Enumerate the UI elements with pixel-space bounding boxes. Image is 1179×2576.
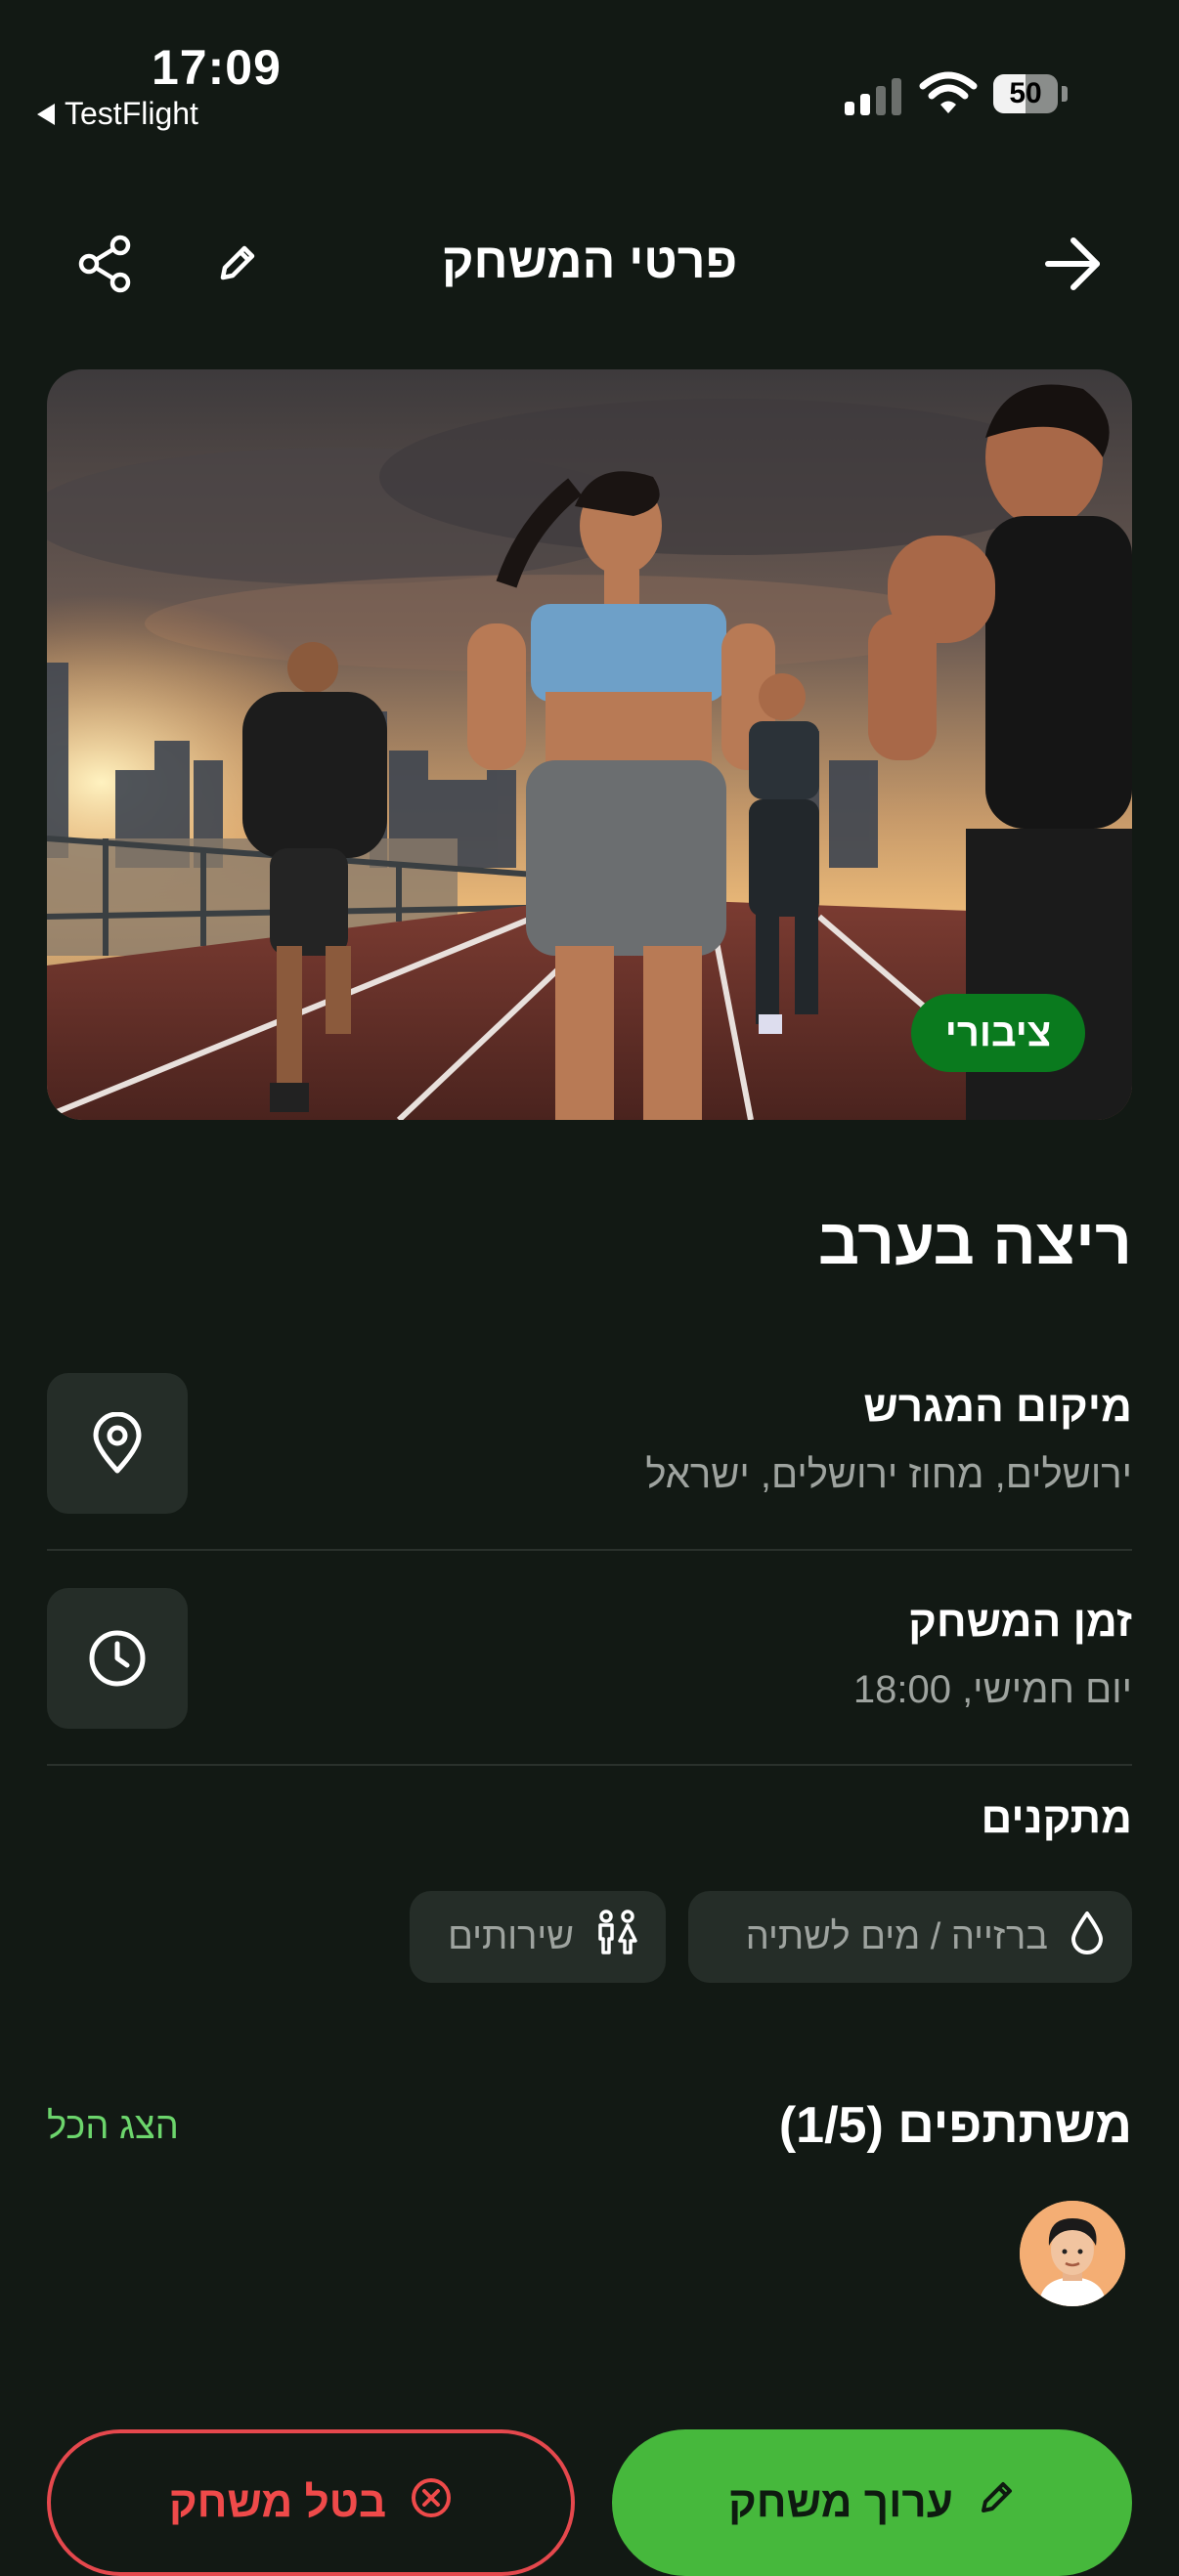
back-triangle-icon [37, 103, 55, 125]
battery-level: 50 [1009, 77, 1042, 109]
divider [47, 1764, 1132, 1766]
game-title: ריצה בערב [817, 1205, 1132, 1277]
battery-cap [1062, 86, 1068, 102]
restroom-icon [595, 1910, 638, 1964]
game-time-value: יום חמישי, 18:00 [852, 1668, 1132, 1711]
location-label: מיקום המגרש [863, 1383, 1132, 1431]
pencil-icon [977, 2478, 1016, 2528]
facilities-title: מתקנים [981, 1794, 1132, 1842]
back-app-label: TestFlight [65, 96, 198, 131]
facility-chip-water: ברזייה / מים לשתיה [688, 1891, 1132, 1983]
clock-icon [47, 1588, 188, 1729]
page-title: פרטי המשחק [441, 234, 738, 288]
facility-label: שירותים [448, 1915, 574, 1957]
back-to-app-link[interactable]: TestFlight [37, 96, 198, 132]
participant-avatar[interactable] [1020, 2201, 1125, 2306]
facility-label: ברזייה / מים לשתיה [745, 1915, 1048, 1957]
location-value: ירושלים, מחוז ירושלים, ישראל [645, 1453, 1132, 1496]
status-time: 17:09 [152, 40, 282, 95]
public-badge: ציבורי [911, 994, 1085, 1072]
cancel-game-label: בטל משחק [168, 2478, 387, 2526]
cancel-game-button[interactable]: בטל משחק [47, 2429, 575, 2576]
show-all-link[interactable]: הצג הכל [47, 2106, 179, 2148]
edit-game-label: ערוך משחק [728, 2478, 953, 2526]
wifi-icon [919, 70, 978, 120]
arrow-right-icon[interactable] [1034, 225, 1113, 303]
divider [47, 1549, 1132, 1551]
participants-title: משתתפים (1/5) [778, 2097, 1132, 2154]
close-circle-icon [410, 2476, 453, 2530]
location-row[interactable]: מיקום המגרש ירושלים, מחוז ירושלים, ישראל [47, 1373, 1132, 1568]
map-pin-icon [47, 1373, 188, 1514]
water-drop-icon [1070, 1910, 1105, 1964]
battery-icon: 50 [993, 74, 1058, 113]
game-time-label: זמן המשחק [908, 1598, 1132, 1646]
cellular-signal-icon [845, 78, 901, 115]
facility-chip-restroom: שירותים [410, 1891, 666, 1983]
edit-game-button[interactable]: ערוך משחק [612, 2429, 1132, 2576]
game-time-row: זמן המשחק יום חמישי, 18:00 [47, 1588, 1132, 1783]
